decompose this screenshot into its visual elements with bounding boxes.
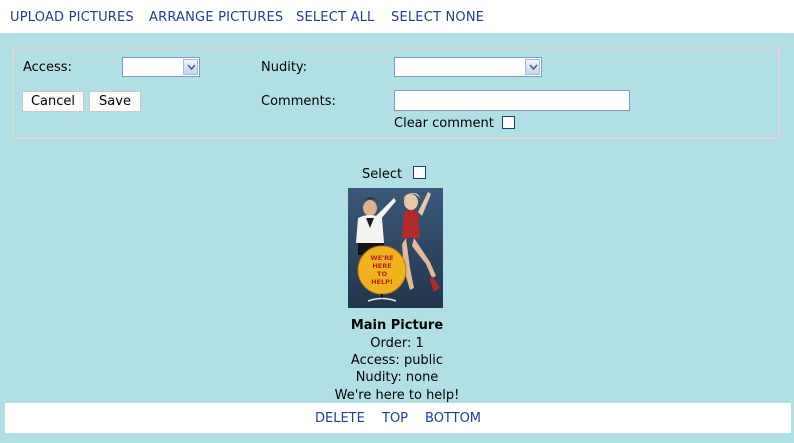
picture-actions-bar: DELETE TOP BOTTOM [5,403,791,433]
select-none-link[interactable]: SELECT NONE [391,10,484,25]
poster-image: WE'RE HERE TO HELP! [348,188,443,308]
top-link[interactable]: TOP [382,411,408,426]
comments-label: Comments: [261,94,336,109]
svg-text:HELP!: HELP! [371,278,393,286]
picture-caption: We're here to help! [334,388,460,403]
chevron-down-icon [183,59,198,75]
nudity-label: Nudity: [261,60,308,75]
picture-order: Order: 1 [370,336,424,351]
picture-thumbnail[interactable]: WE'RE HERE TO HELP! [348,188,443,308]
nudity-select[interactable] [394,57,542,77]
svg-text:TO: TO [377,270,387,278]
access-label: Access: [23,60,72,75]
cancel-button[interactable]: Cancel [22,91,84,112]
save-button[interactable]: Save [89,91,141,112]
picture-title: Main Picture [350,318,444,333]
picture-access: Access: public [350,353,444,368]
top-nav: UPLOAD PICTURES ARRANGE PICTURES SELECT … [0,0,794,33]
select-picture-checkbox[interactable] [413,166,426,179]
clear-comment-checkbox[interactable] [502,116,515,129]
select-label: Select [362,167,403,182]
svg-text:WE'RE: WE'RE [370,254,393,262]
comments-input[interactable] [394,90,630,111]
edit-form-panel: Access: Nudity: Cancel Save Comments: Cl… [12,47,780,139]
upload-pictures-link[interactable]: UPLOAD PICTURES [10,10,134,25]
chevron-down-icon [525,59,540,75]
select-all-link[interactable]: SELECT ALL [296,10,374,25]
picture-nudity: Nudity: none [355,370,439,385]
bottom-link[interactable]: BOTTOM [425,411,481,426]
access-select[interactable] [122,57,200,77]
clear-comment-label: Clear comment [394,116,494,131]
arrange-pictures-link[interactable]: ARRANGE PICTURES [149,10,283,25]
delete-link[interactable]: DELETE [315,411,365,426]
svg-text:HERE: HERE [372,262,391,270]
